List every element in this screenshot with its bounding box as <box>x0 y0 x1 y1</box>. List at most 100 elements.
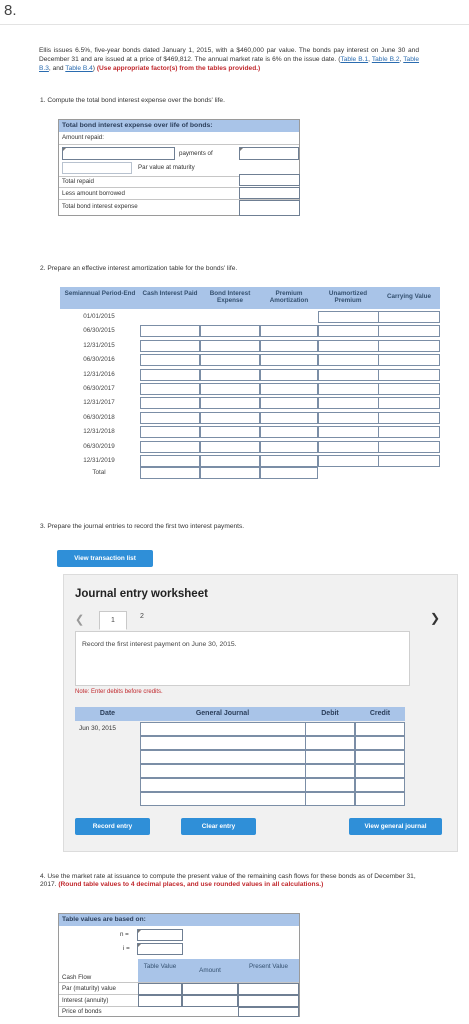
tab-2[interactable]: 2 <box>140 613 144 620</box>
interest-amount-input[interactable] <box>182 995 238 1007</box>
table-b4-link[interactable]: Table B.4 <box>65 65 93 72</box>
amortization-cell[interactable] <box>260 411 318 424</box>
i-input[interactable] <box>137 943 183 955</box>
n-input[interactable] <box>137 929 183 941</box>
amortization-cell[interactable] <box>378 426 440 439</box>
credit-input[interactable] <box>355 750 405 764</box>
interest-table-value-input[interactable] <box>138 995 182 1007</box>
credit-input[interactable] <box>355 736 405 750</box>
amortization-cell[interactable] <box>200 325 260 338</box>
amortization-cell[interactable] <box>140 339 200 352</box>
view-general-journal-button[interactable]: View general journal <box>349 818 442 835</box>
amortization-cell[interactable] <box>378 440 440 453</box>
amortization-cell[interactable] <box>200 455 260 467</box>
amortization-cell[interactable] <box>318 440 380 453</box>
amortization-cell[interactable] <box>260 426 318 439</box>
journal-account-input[interactable] <box>140 750 306 764</box>
amortization-cell[interactable] <box>200 397 260 410</box>
bond-price-input[interactable] <box>238 1007 299 1017</box>
amortization-cell[interactable] <box>140 411 200 424</box>
amortization-cell[interactable] <box>260 440 318 453</box>
amortization-cell[interactable] <box>140 440 200 453</box>
credit-input[interactable] <box>355 764 405 778</box>
debit-input[interactable] <box>305 764 355 778</box>
table-b1-link[interactable]: Table B.1 <box>340 56 368 63</box>
amortization-cell[interactable] <box>318 325 380 338</box>
amortization-cell[interactable] <box>200 383 260 395</box>
amortization-cell[interactable] <box>140 383 200 395</box>
amortization-cell[interactable] <box>200 426 260 439</box>
journal-account-input[interactable] <box>140 722 306 736</box>
credit-input[interactable] <box>355 778 405 792</box>
amortization-cell[interactable] <box>260 325 318 338</box>
table-b2-link[interactable]: Table B.2 <box>372 56 400 63</box>
amortization-cell[interactable] <box>378 455 440 467</box>
amortization-cell[interactable] <box>140 397 200 410</box>
record-entry-button[interactable]: Record entry <box>75 818 150 835</box>
amortization-cell[interactable] <box>260 455 318 467</box>
par-amount-input[interactable] <box>182 983 238 995</box>
journal-account-input[interactable] <box>140 736 306 750</box>
credit-input[interactable] <box>355 792 405 806</box>
amortization-cell[interactable] <box>378 325 440 338</box>
amortization-cell[interactable] <box>318 426 380 439</box>
clear-entry-button[interactable]: Clear entry <box>181 818 256 835</box>
amortization-cell[interactable] <box>378 383 440 395</box>
debit-input[interactable] <box>305 778 355 792</box>
amortization-cell[interactable] <box>140 426 200 439</box>
prev-arrow-icon[interactable]: ❮ <box>75 613 84 626</box>
amortization-cell[interactable] <box>318 383 380 395</box>
amortization-cell[interactable] <box>200 411 260 424</box>
credit-input[interactable] <box>355 722 405 736</box>
amortization-cell[interactable] <box>378 411 440 424</box>
amortization-cell[interactable] <box>318 397 380 410</box>
journal-account-input[interactable] <box>140 778 306 792</box>
payments-count-input[interactable] <box>62 147 175 160</box>
amortization-cell[interactable] <box>260 339 318 352</box>
amortization-cell[interactable] <box>260 354 318 367</box>
total-expense-input[interactable] <box>239 206 300 216</box>
amortization-cell[interactable] <box>140 455 200 467</box>
total-cell[interactable] <box>260 467 318 479</box>
amortization-cell[interactable] <box>200 368 260 381</box>
amortization-cell[interactable] <box>140 325 200 338</box>
view-transaction-list-button[interactable]: View transaction list <box>57 550 153 567</box>
par-value-input[interactable] <box>239 174 300 186</box>
amortization-cell[interactable] <box>200 440 260 453</box>
amortization-cell[interactable] <box>318 368 380 381</box>
next-arrow-icon[interactable]: ❯ <box>430 611 440 625</box>
amortization-cell[interactable] <box>318 311 380 323</box>
total-cell[interactable] <box>140 467 200 479</box>
amortization-cell[interactable] <box>318 354 380 367</box>
amortization-cell[interactable] <box>378 339 440 352</box>
payment-amount-input[interactable] <box>239 147 299 160</box>
amortization-cell[interactable] <box>260 368 318 381</box>
debit-input[interactable] <box>305 722 355 736</box>
amortization-cell[interactable] <box>140 354 200 367</box>
amortization-cell[interactable] <box>140 368 200 381</box>
journal-account-input[interactable] <box>140 764 306 778</box>
total-cell[interactable] <box>200 467 260 479</box>
amortization-cell[interactable] <box>318 411 380 424</box>
amortization-cell[interactable] <box>378 368 440 381</box>
amortization-cell[interactable] <box>200 354 260 367</box>
tab-1[interactable]: 1 <box>99 611 127 630</box>
amortization-cell[interactable] <box>260 397 318 410</box>
debit-input[interactable] <box>305 736 355 750</box>
par-table-value-input[interactable] <box>138 983 182 995</box>
amortization-cell[interactable] <box>318 339 380 352</box>
par-present-value-input[interactable] <box>238 983 299 995</box>
amortization-cell[interactable] <box>260 383 318 395</box>
amortization-cell[interactable] <box>200 339 260 352</box>
total-repaid-input[interactable] <box>239 187 300 199</box>
amortization-cell[interactable] <box>378 354 440 367</box>
amortization-cell[interactable] <box>378 397 440 410</box>
debit-input[interactable] <box>305 792 355 806</box>
amortization-cell[interactable] <box>318 455 380 467</box>
debit-input[interactable] <box>305 750 355 764</box>
period-date: 12/31/2019 <box>83 457 115 464</box>
journal-account-input[interactable] <box>140 792 306 806</box>
amortization-cell[interactable] <box>378 311 440 323</box>
interest-present-value-input[interactable] <box>238 995 299 1007</box>
col-cash-interest: Cash Interest Paid <box>142 290 198 297</box>
